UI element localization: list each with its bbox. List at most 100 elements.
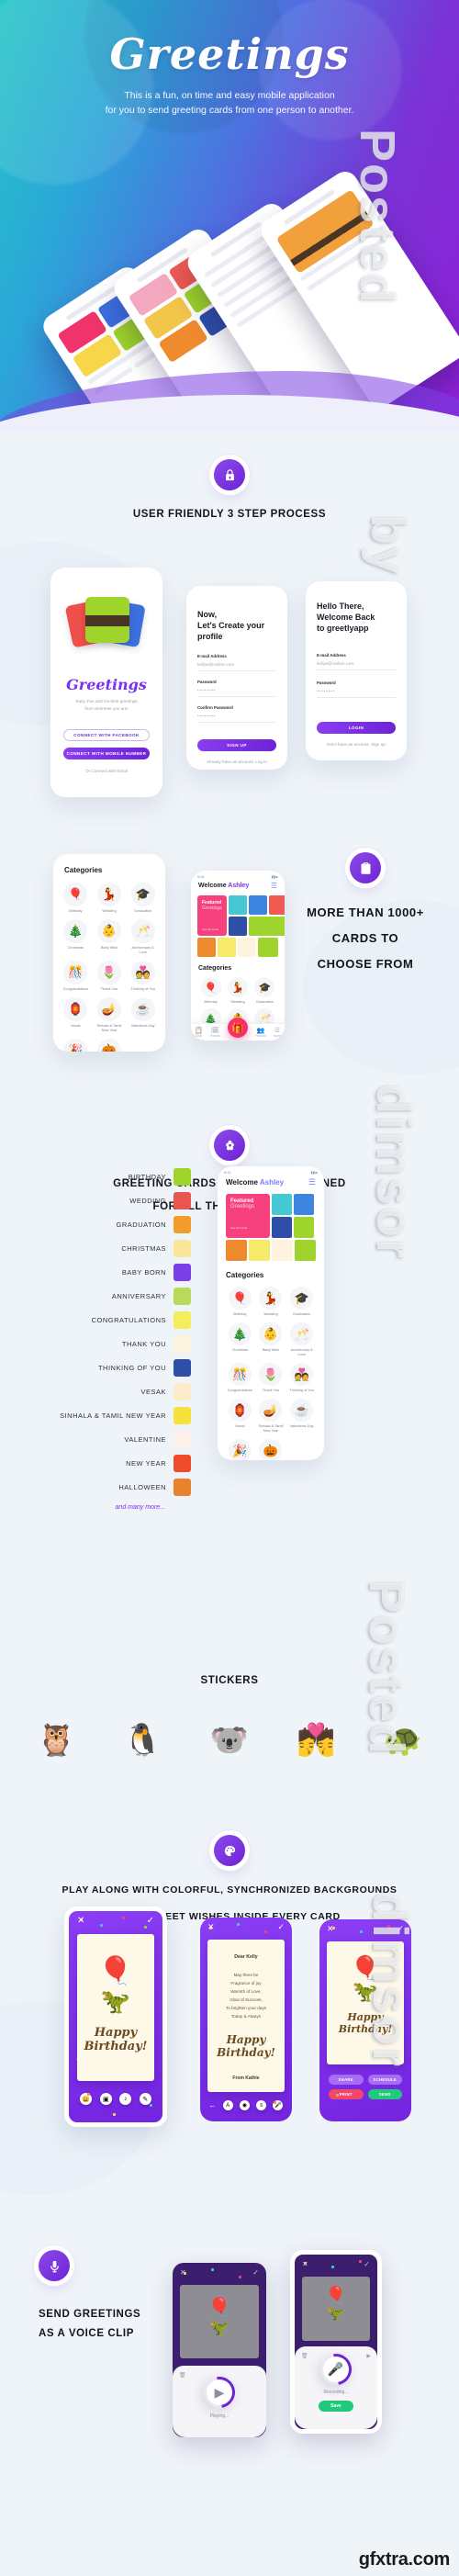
category-list-item[interactable]: SINHALA & TAMIL NEW YEAR — [0, 1403, 191, 1427]
grid-card[interactable] — [258, 938, 278, 957]
check-icon[interactable]: ✓ — [147, 1917, 154, 1926]
login-button[interactable]: LOGIN — [317, 722, 396, 734]
category-cell[interactable]: 🪔 Sinhala & Tamil New Year — [257, 1399, 285, 1433]
category-more-link[interactable]: and many more... — [0, 1504, 191, 1511]
category-list-item[interactable]: VESAK — [0, 1379, 191, 1403]
birthday-card-front[interactable]: 🎈 🦖 Happy Birthday! — [77, 1934, 154, 2081]
category-cell[interactable]: 🎃Halloween — [95, 1039, 125, 1052]
grid-card[interactable] — [248, 917, 285, 936]
category-cell[interactable]: 🎉New Year — [61, 1039, 91, 1052]
category-cell[interactable]: 🎈 Birthday — [226, 1287, 254, 1316]
connect-facebook-button[interactable]: CONNECT WITH FACEBOOK — [63, 729, 150, 741]
featured-cta[interactable]: See All Cards — [202, 928, 222, 931]
layout-tool[interactable]: ▣ — [99, 2093, 112, 2105]
category-cell[interactable]: 🎓 Graduation — [128, 883, 158, 913]
category-cell[interactable]: 🎓 Graduation — [287, 1287, 316, 1316]
record-progress-ring[interactable]: 🎤 — [314, 2347, 358, 2391]
close-icon[interactable]: ✕ — [180, 2268, 186, 2277]
category-list-item[interactable]: BABY BORN — [0, 1260, 191, 1284]
back-tool[interactable]: ← — [209, 2101, 217, 2109]
close-icon[interactable]: ✕ — [77, 1917, 84, 1926]
sticker-tool[interactable]: 😀 — [80, 2093, 93, 2105]
close-icon[interactable]: ✕ — [207, 1923, 215, 1931]
category-list-item[interactable]: VALENTINE — [0, 1427, 191, 1451]
grid-card[interactable] — [218, 938, 237, 957]
menu-icon[interactable]: ☰ — [308, 1177, 316, 1187]
category-cell[interactable]: 🎄 Christmas — [61, 919, 91, 954]
category-cell[interactable]: 🏮 Vesak — [61, 997, 91, 1032]
nav-item-cards-fab[interactable]: 🎁 — [227, 1018, 248, 1038]
signup-confirm-input[interactable]: •••••••• — [197, 714, 276, 718]
category-list-item[interactable]: ANNIVERSARY — [0, 1284, 191, 1308]
category-cell[interactable]: ☕ Valentines Day — [287, 1399, 316, 1433]
category-cell[interactable]: 💃 Wedding — [225, 977, 250, 1004]
category-cell[interactable]: 💃 Wedding — [257, 1287, 285, 1316]
login-email-input[interactable]: kellyw@mailme.com — [317, 661, 396, 666]
check-icon[interactable]: ✓ — [252, 2268, 259, 2277]
trash-icon[interactable]: 🗑 — [179, 2372, 186, 2379]
signup-email-input[interactable]: kellyw@mailme.com — [197, 662, 276, 667]
voice-tool[interactable]: 🎤 — [273, 2100, 284, 2110]
category-list-item[interactable]: WEDDING — [0, 1188, 191, 1212]
connect-mobile-button[interactable]: CONNECT WITH MOBILE NUMBER — [63, 748, 150, 759]
category-cell[interactable]: 💑 Thinking of You — [128, 961, 158, 991]
connect-email-link[interactable]: Or Connect with Email — [63, 769, 150, 773]
category-cell[interactable]: 🎉New Year — [226, 1439, 254, 1460]
nav-item-friends[interactable]: 👥 Friends — [255, 1027, 265, 1038]
category-list-item[interactable]: BIRTHDAY — [0, 1164, 191, 1188]
category-cell[interactable]: 🌷 Thank You — [257, 1363, 285, 1392]
schedule-button[interactable]: SCHEDULE — [367, 2075, 402, 2085]
grid-card[interactable] — [226, 1240, 247, 1261]
share-button[interactable]: SHARE — [329, 2075, 364, 2085]
grid-card[interactable] — [294, 1194, 314, 1215]
category-cell[interactable]: 🎈 Birthday — [61, 883, 91, 913]
login-signup-link[interactable]: Don't have an account. Sign up — [317, 742, 396, 747]
signup-button[interactable]: SIGN UP — [197, 739, 276, 751]
save-button[interactable]: Save — [319, 2401, 353, 2412]
check-icon[interactable]: ✓ — [397, 1925, 404, 1933]
grid-card[interactable] — [272, 1240, 293, 1261]
category-cell[interactable]: 💑 Thinking of You — [287, 1363, 316, 1392]
category-cell[interactable]: ☕ Valentines Day — [128, 997, 158, 1032]
grid-card[interactable] — [249, 1240, 270, 1261]
signup-login-link[interactable]: Already have an account. Log in — [197, 759, 276, 764]
color-tool[interactable]: ◉ — [239, 2100, 250, 2110]
category-cell[interactable]: 🥂 Anniversary & Love — [128, 919, 158, 954]
category-cell[interactable]: 🎊 Congratulations — [226, 1363, 254, 1392]
grid-card[interactable] — [268, 895, 285, 915]
login-password-input[interactable]: •••••••• — [317, 689, 396, 693]
birthday-card-preview[interactable]: 🎈 🦖 Happy Birthday! — [327, 1941, 404, 2064]
close-icon[interactable]: ✕ — [327, 1925, 334, 1933]
close-icon[interactable]: ✕ — [302, 2260, 308, 2268]
category-cell[interactable]: 👶 Baby Wish — [95, 919, 125, 954]
category-cell[interactable]: 🎄 Christmas — [226, 1322, 254, 1356]
category-cell[interactable]: 🎃Halloween — [257, 1439, 285, 1460]
check-icon[interactable]: ✓ — [364, 2260, 370, 2268]
nav-item-chat[interactable]: 📋 Chat — [195, 1027, 203, 1038]
category-list-item[interactable]: NEW YEAR — [0, 1451, 191, 1475]
grid-card[interactable] — [272, 1194, 292, 1215]
nav-item-more[interactable]: ☰ More — [274, 1027, 281, 1038]
music-tool[interactable]: ♪ — [119, 2093, 132, 2105]
category-list-item[interactable]: CHRISTMAS — [0, 1236, 191, 1260]
grid-card[interactable] — [197, 938, 217, 957]
category-cell[interactable]: 💃 Wedding — [95, 883, 125, 913]
category-cell[interactable]: 👶 Baby Wish — [257, 1322, 285, 1356]
featured-cta[interactable]: See All Cards — [230, 1226, 265, 1230]
font-tool[interactable]: A — [222, 2100, 233, 2110]
featured-card[interactable]: Featured Greetings See All Cards — [197, 895, 227, 936]
category-cell[interactable]: 🌷 Thank You — [95, 961, 125, 991]
category-cell[interactable]: 🏮 Vesak — [226, 1399, 254, 1433]
birthday-card-inside[interactable]: Dear Kelly May there be Fragrance of joy… — [207, 1940, 285, 2092]
signup-password-input[interactable]: •••••••• — [197, 688, 276, 692]
grid-card[interactable] — [238, 938, 257, 957]
category-list-item[interactable]: GRADUATION — [0, 1212, 191, 1236]
category-cell[interactable]: 🥂 Anniversary & Love — [287, 1322, 316, 1356]
category-cell[interactable]: 🎈 Birthday — [198, 977, 223, 1004]
play-icon-small[interactable]: ▶ — [366, 2353, 371, 2359]
category-list-item[interactable]: CONGRATULATIONS — [0, 1308, 191, 1332]
check-icon[interactable]: ✓ — [277, 1923, 285, 1931]
category-cell[interactable]: 🎊 Congratulations — [61, 961, 91, 991]
print-button[interactable]: PRINT — [329, 2089, 364, 2099]
grid-card[interactable] — [294, 1217, 314, 1238]
